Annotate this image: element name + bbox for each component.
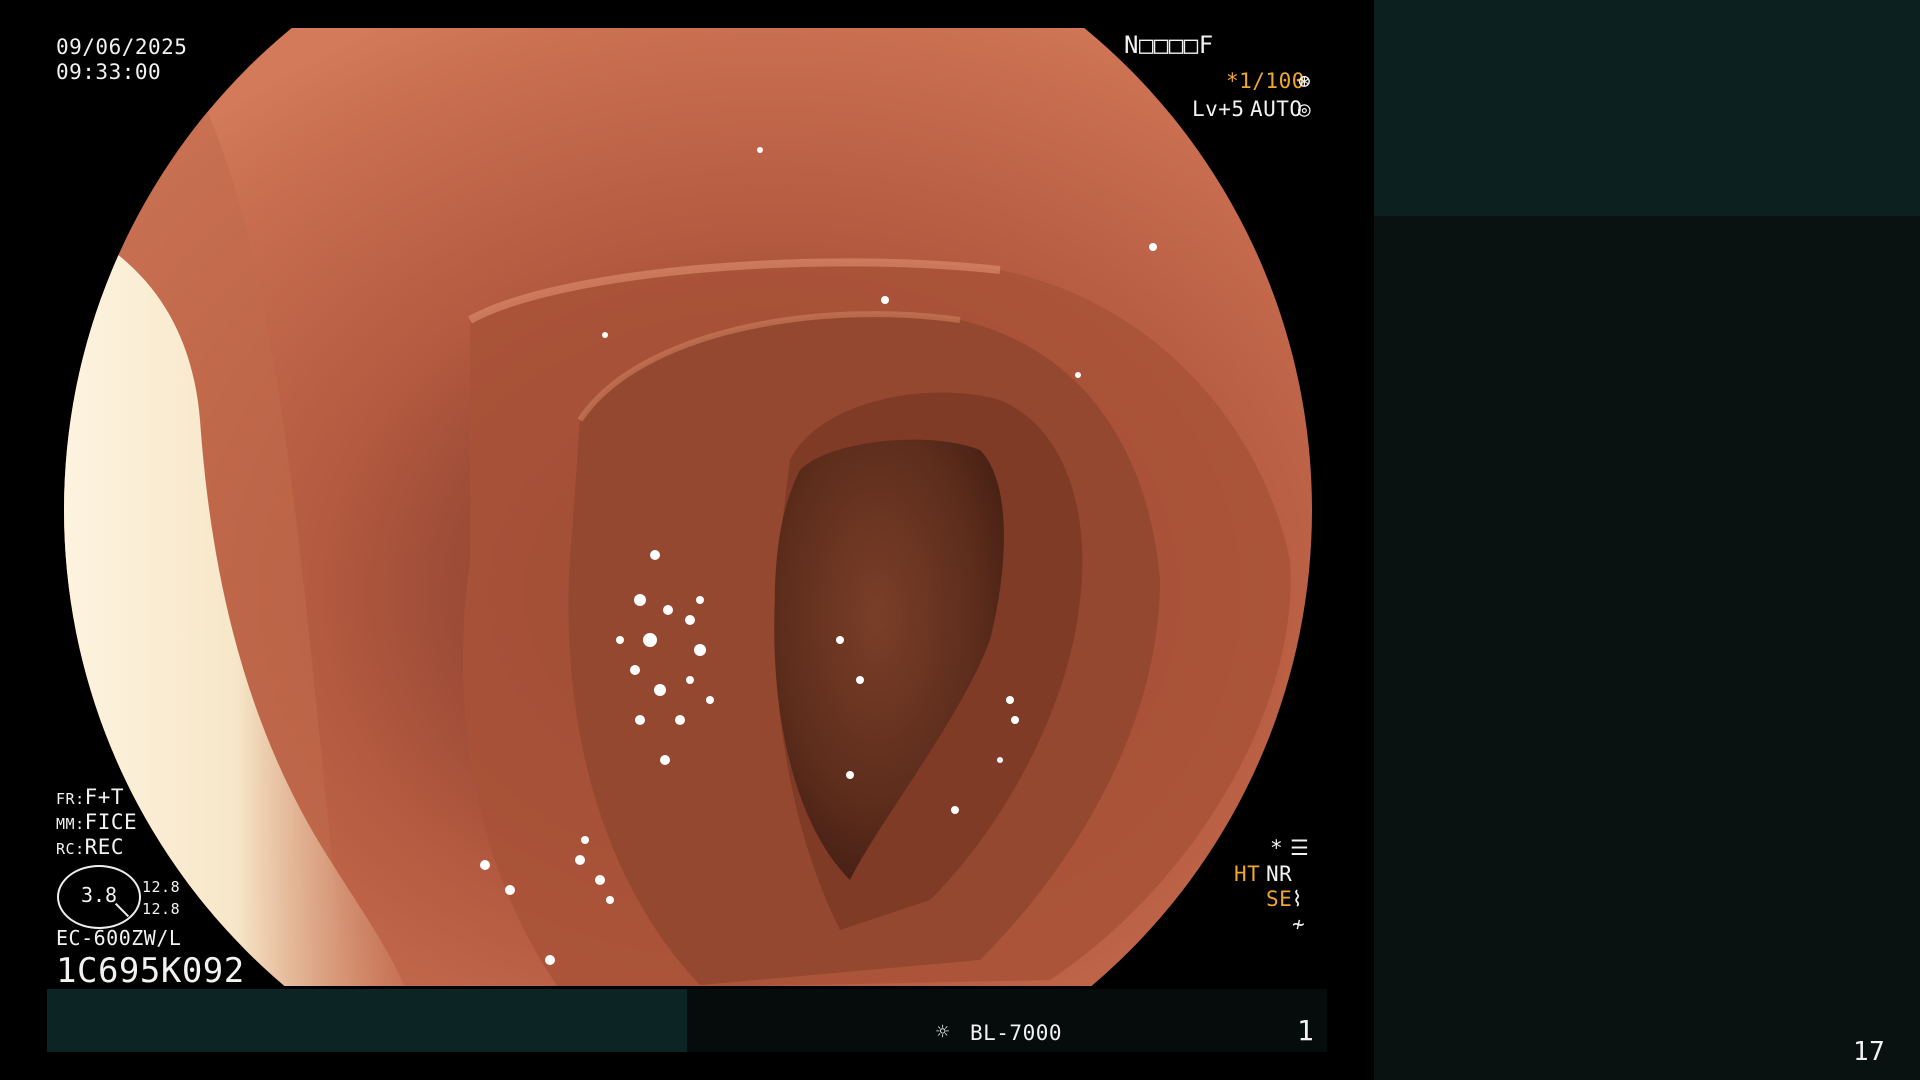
time-label: 09:33:00 xyxy=(56,60,162,84)
gauge-value: 3.8 xyxy=(80,883,118,907)
se-label: SE xyxy=(1266,887,1293,911)
iris-mode: AUTO xyxy=(1250,97,1303,121)
scope-serial: 1C695K092 xyxy=(56,951,245,991)
noise-icon: ≁ xyxy=(1292,912,1306,936)
page-number: 17 xyxy=(1853,1037,1886,1067)
gauge-right-bottom: 12.8 xyxy=(142,900,181,918)
side-panel-top xyxy=(1374,0,1920,216)
shutter-speed: *1/100 xyxy=(1226,69,1305,93)
rc-row: RC:REC xyxy=(56,835,125,859)
fr-key: FR xyxy=(56,790,76,808)
ht-label: HT xyxy=(1234,862,1261,886)
enhance-icon: ⌇ xyxy=(1292,887,1303,911)
aperture-icon: ⊛ xyxy=(1298,69,1312,93)
light-source-icon: ☼ xyxy=(936,1020,950,1045)
brightness-level: Lv+5 xyxy=(1192,97,1245,121)
fr-row: FR:F+T xyxy=(56,785,125,809)
mm-row: MM:FICE xyxy=(56,810,138,834)
side-panel-bottom xyxy=(1374,216,1920,1080)
rc-key: RC xyxy=(56,840,76,858)
mm-key: MM xyxy=(56,815,76,833)
image-number: 1 xyxy=(1297,1014,1315,1047)
status-bar-left xyxy=(47,989,687,1052)
iris-icon: ◎ xyxy=(1298,97,1312,121)
patient-id: N□□□□F xyxy=(1124,31,1214,59)
nr-label: NR xyxy=(1266,862,1293,886)
scope-model: EC-600ZW/L xyxy=(56,926,182,950)
fr-value: F+T xyxy=(84,785,125,809)
processor-label: BL-7000 xyxy=(970,1021,1063,1045)
zoom-gauge: 3.8 xyxy=(57,865,141,929)
star-mark: * xyxy=(1270,836,1284,860)
settings-icon: ☰ xyxy=(1290,836,1310,860)
date-label: 09/06/2025 xyxy=(56,35,188,59)
mm-value: FICE xyxy=(84,810,138,834)
rc-value: REC xyxy=(84,835,125,859)
